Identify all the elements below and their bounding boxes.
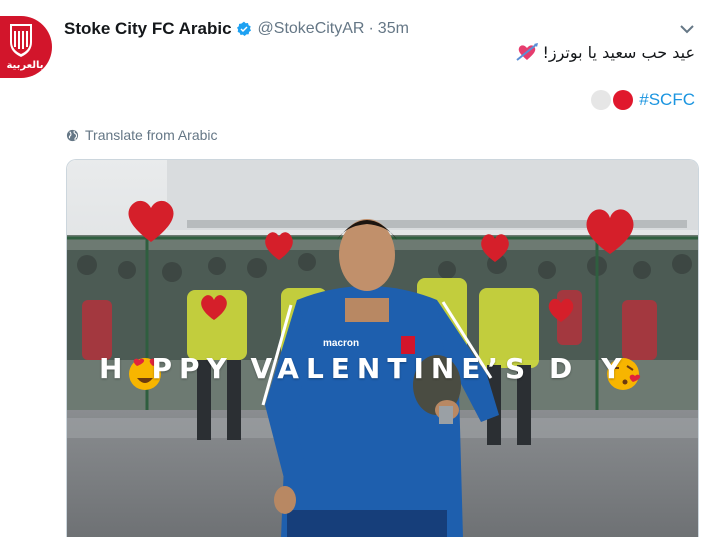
stoke-crest-icon — [10, 24, 32, 57]
avatar[interactable]: بالعربية — [0, 16, 52, 78]
valentines-overlay-text: H PPY VALENTINE’S D Y — [99, 352, 698, 385]
tweet-text: عيد حب سعيد يا بوترز! — [516, 42, 695, 62]
overlay-text-part-3: Y — [601, 352, 629, 385]
translate-label: Translate from Arabic — [85, 127, 218, 143]
heart-with-arrow-emoji-icon — [516, 43, 539, 61]
svg-text:macron: macron — [323, 338, 359, 349]
hashtag-row: #SCFC — [591, 90, 695, 110]
timestamp[interactable]: 35m — [378, 20, 409, 38]
separator-dot: · — [368, 20, 374, 37]
translate-link[interactable]: Translate from Arabic — [66, 127, 218, 143]
overlay-text-part-2: PPY VALENTINE’S D — [151, 352, 580, 385]
globe-icon — [66, 129, 79, 141]
handle[interactable]: @StokeCityAR — [258, 20, 365, 38]
display-name[interactable]: Stoke City FC Arabic — [64, 19, 232, 39]
white-circle-icon — [591, 90, 612, 110]
hashtag-link[interactable]: #SCFC — [639, 90, 695, 110]
avatar-label: بالعربية — [6, 60, 44, 71]
tweet-header: Stoke City FC Arabic @StokeCityAR · 35m — [64, 18, 409, 40]
media-image[interactable]: macron H PPY VALENTINE’S D Y — [66, 159, 699, 537]
photo-scene: macron — [67, 160, 698, 537]
chevron-down-icon[interactable] — [678, 22, 696, 36]
tweet-text-arabic: عيد حب سعيد يا بوترز! — [542, 42, 695, 62]
tweet[interactable]: بالعربية Stoke City FC Arabic @StokeCity… — [0, 0, 717, 537]
overlay-text-part-1: H — [99, 352, 130, 385]
red-circle-icon — [613, 90, 634, 110]
verified-badge-icon — [236, 21, 251, 36]
